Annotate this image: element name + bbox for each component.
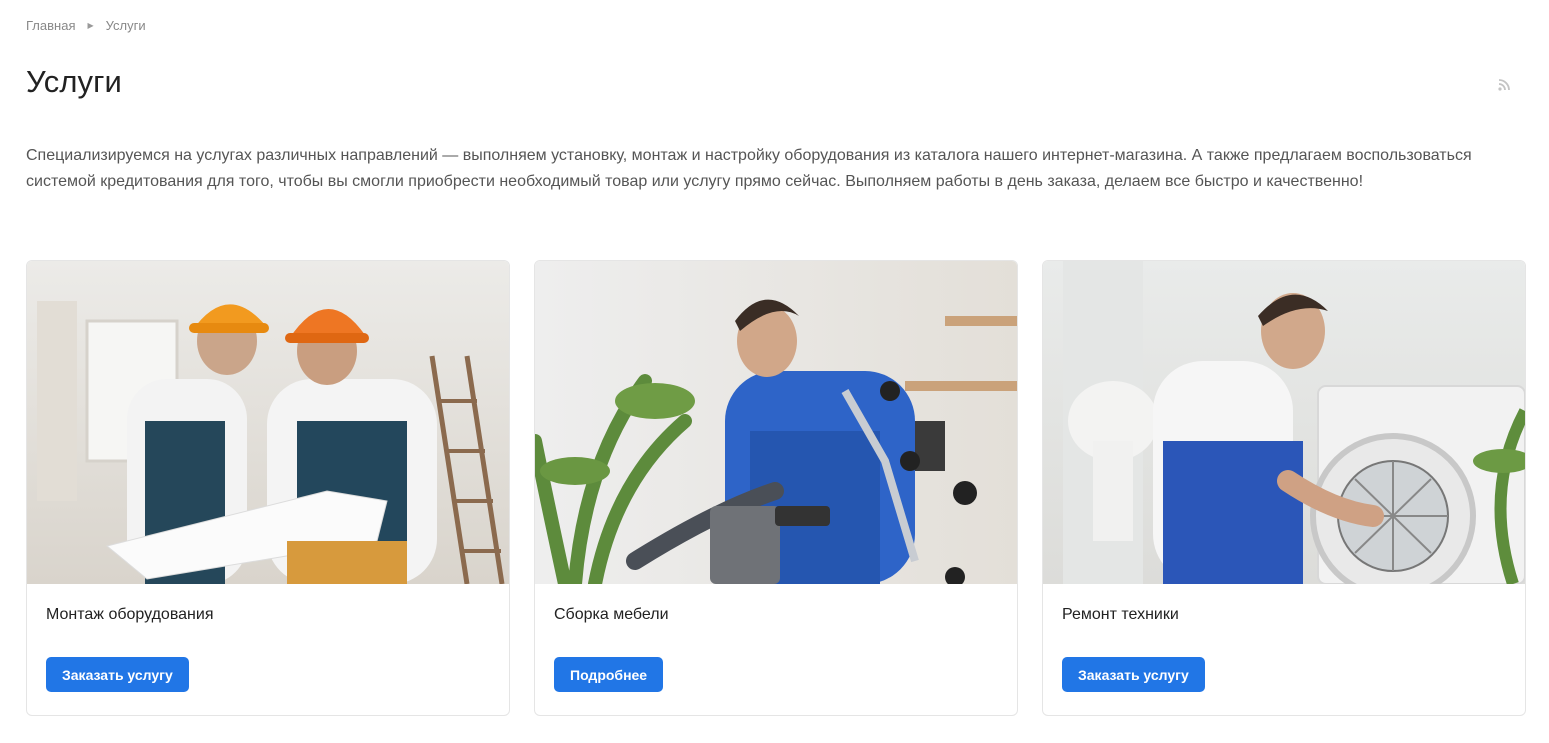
- service-card-repair[interactable]: Ремонт техники Заказать услугу: [1042, 260, 1526, 716]
- service-card-title: Монтаж оборудования: [46, 606, 214, 623]
- breadcrumb-current: Услуги: [105, 18, 146, 33]
- breadcrumb: Главная ▶ Услуги: [26, 18, 146, 33]
- order-service-button[interactable]: Заказать услугу: [46, 657, 189, 692]
- service-card-title: Ремонт техники: [1062, 606, 1179, 623]
- rss-icon[interactable]: [1495, 74, 1515, 94]
- breadcrumb-home-link[interactable]: Главная: [26, 18, 75, 33]
- services-list: Монтаж оборудования Заказать услугу Сбор…: [26, 260, 1526, 716]
- furniture-assembly-photo[interactable]: [535, 261, 1017, 584]
- details-button[interactable]: Подробнее: [554, 657, 664, 692]
- washing-machine-repair-photo[interactable]: [1043, 261, 1525, 584]
- page-title: Услуги: [26, 64, 122, 99]
- service-card-title: Сборка мебели: [554, 606, 669, 623]
- breadcrumb-separator-icon: ▶: [87, 21, 94, 30]
- service-card-installation[interactable]: Монтаж оборудования Заказать услугу: [26, 260, 510, 716]
- page-intro: Специализируемся на услугах различных на…: [26, 147, 1472, 190]
- workers-with-blueprint-photo[interactable]: [27, 261, 509, 584]
- service-card-furniture[interactable]: Сборка мебели Подробнее: [534, 260, 1018, 716]
- order-service-button[interactable]: Заказать услугу: [1062, 657, 1205, 692]
